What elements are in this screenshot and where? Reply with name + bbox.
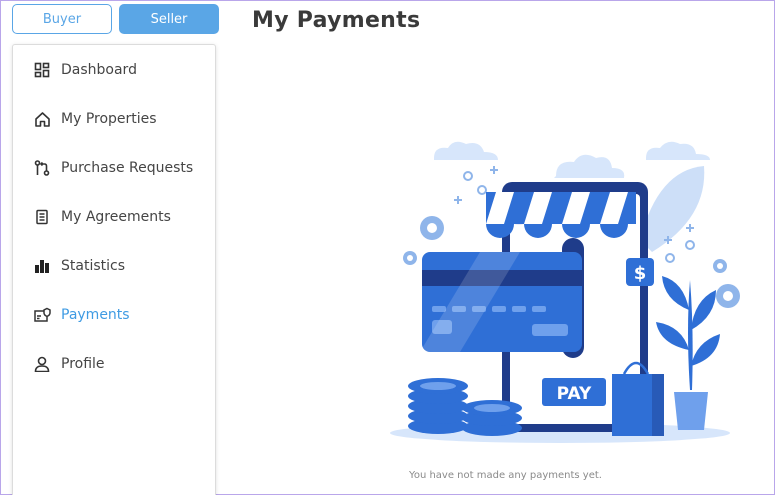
document-icon (33, 208, 51, 226)
pay-label: PAY (557, 384, 592, 404)
sidebar: Dashboard My Properties Purchase Request… (12, 44, 216, 495)
sidebar-item-label: Payments (61, 307, 130, 323)
page-title: My Payments (252, 8, 421, 33)
role-toggle: Buyer Seller (12, 4, 219, 34)
sidebar-item-label: My Properties (61, 111, 157, 127)
sidebar-item-label: My Agreements (61, 209, 171, 225)
user-icon (33, 355, 51, 373)
sidebar-item-my-properties[interactable]: My Properties (13, 99, 215, 139)
dollar-sign-text: $ (634, 263, 647, 284)
sidebar-item-label: Profile (61, 356, 105, 372)
sidebar-item-payments[interactable]: Payments (13, 295, 215, 335)
sidebar-item-label: Dashboard (61, 62, 137, 78)
sidebar-item-label: Statistics (61, 258, 125, 274)
empty-state-message: You have not made any payments yet. (409, 470, 602, 481)
seller-button[interactable]: Seller (119, 4, 219, 34)
sidebar-item-profile[interactable]: Profile (13, 344, 215, 384)
payment-card-icon (33, 306, 51, 324)
pull-request-icon (33, 159, 51, 177)
bar-chart-icon (33, 257, 51, 275)
sidebar-item-purchase-requests[interactable]: Purchase Requests (13, 148, 215, 188)
home-icon (33, 110, 51, 128)
empty-payments-illustration: $ PAY (390, 130, 750, 450)
buyer-button[interactable]: Buyer (12, 4, 112, 34)
sidebar-item-dashboard[interactable]: Dashboard (13, 50, 215, 90)
sidebar-item-my-agreements[interactable]: My Agreements (13, 197, 215, 237)
sidebar-item-label: Purchase Requests (61, 160, 194, 176)
sidebar-item-statistics[interactable]: Statistics (13, 246, 215, 286)
dashboard-icon (33, 61, 51, 79)
